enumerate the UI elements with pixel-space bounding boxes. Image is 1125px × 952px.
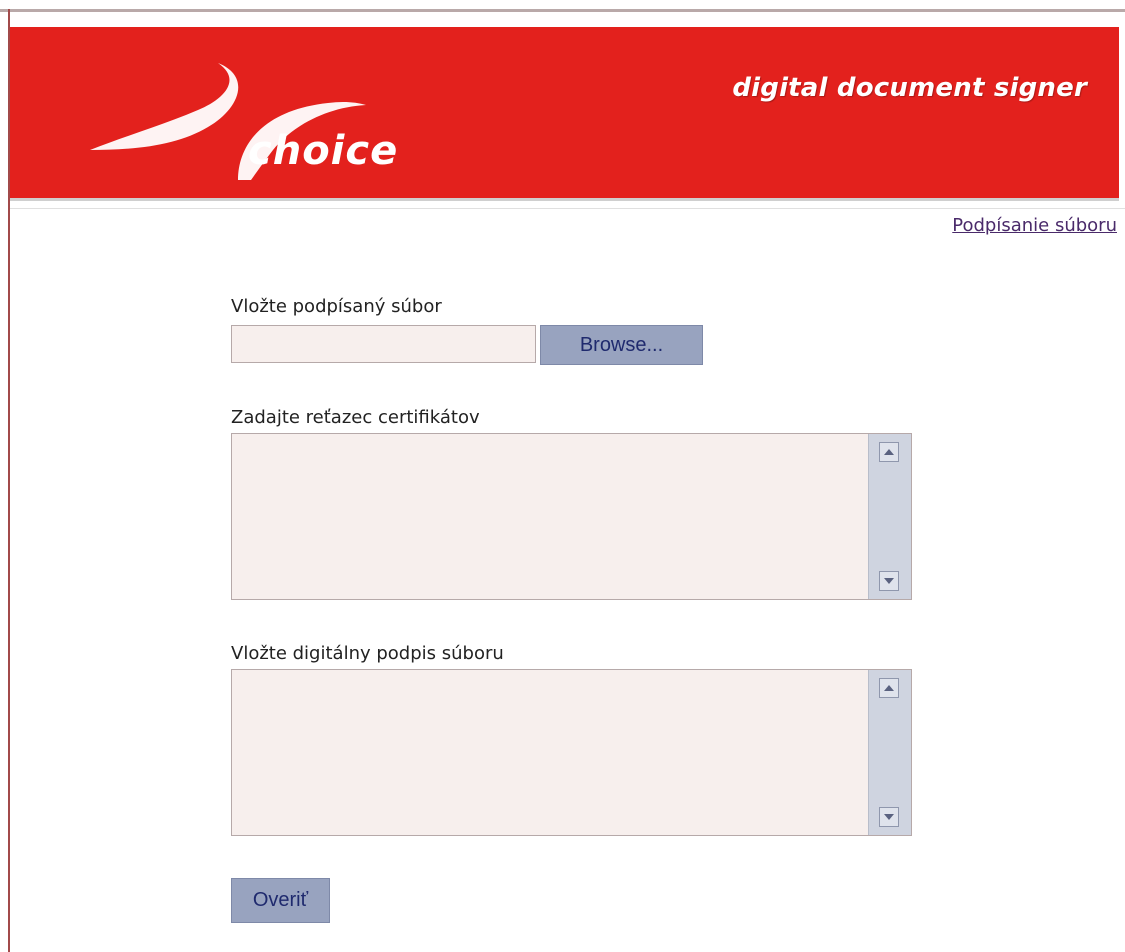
scroll-up-arrow-icon	[884, 685, 894, 691]
file-path-input[interactable]	[231, 325, 536, 363]
app-tagline: digital document signer	[732, 73, 1087, 103]
certificate-chain-textarea[interactable]	[231, 433, 912, 600]
certificate-chain-label: Zadajte reťazec certifikátov	[231, 407, 480, 428]
scroll-up-arrow-icon	[884, 449, 894, 455]
signature-label: Vložte digitálny podpis súboru	[231, 643, 504, 664]
scroll-down-arrow-icon	[884, 578, 894, 584]
scroll-up-button[interactable]	[879, 442, 899, 462]
certificate-chain-scrollbar[interactable]	[868, 434, 911, 599]
scroll-down-button[interactable]	[879, 807, 899, 827]
signature-textarea[interactable]	[231, 669, 912, 836]
scroll-down-arrow-icon	[884, 814, 894, 820]
scroll-down-button[interactable]	[879, 571, 899, 591]
signature-scrollbar[interactable]	[868, 670, 911, 835]
top-border	[0, 9, 1125, 12]
header-separator	[10, 208, 1125, 209]
verify-button[interactable]: Overiť	[231, 878, 330, 923]
sign-file-link[interactable]: Podpísanie súboru	[952, 215, 1117, 236]
file-label: Vložte podpísaný súbor	[231, 296, 442, 317]
logo-text: choice	[248, 128, 399, 174]
scroll-up-button[interactable]	[879, 678, 899, 698]
header-bottom-edge	[10, 198, 1119, 201]
browse-button[interactable]: Browse...	[540, 325, 703, 365]
header-banner: choice digital document signer	[10, 27, 1119, 198]
